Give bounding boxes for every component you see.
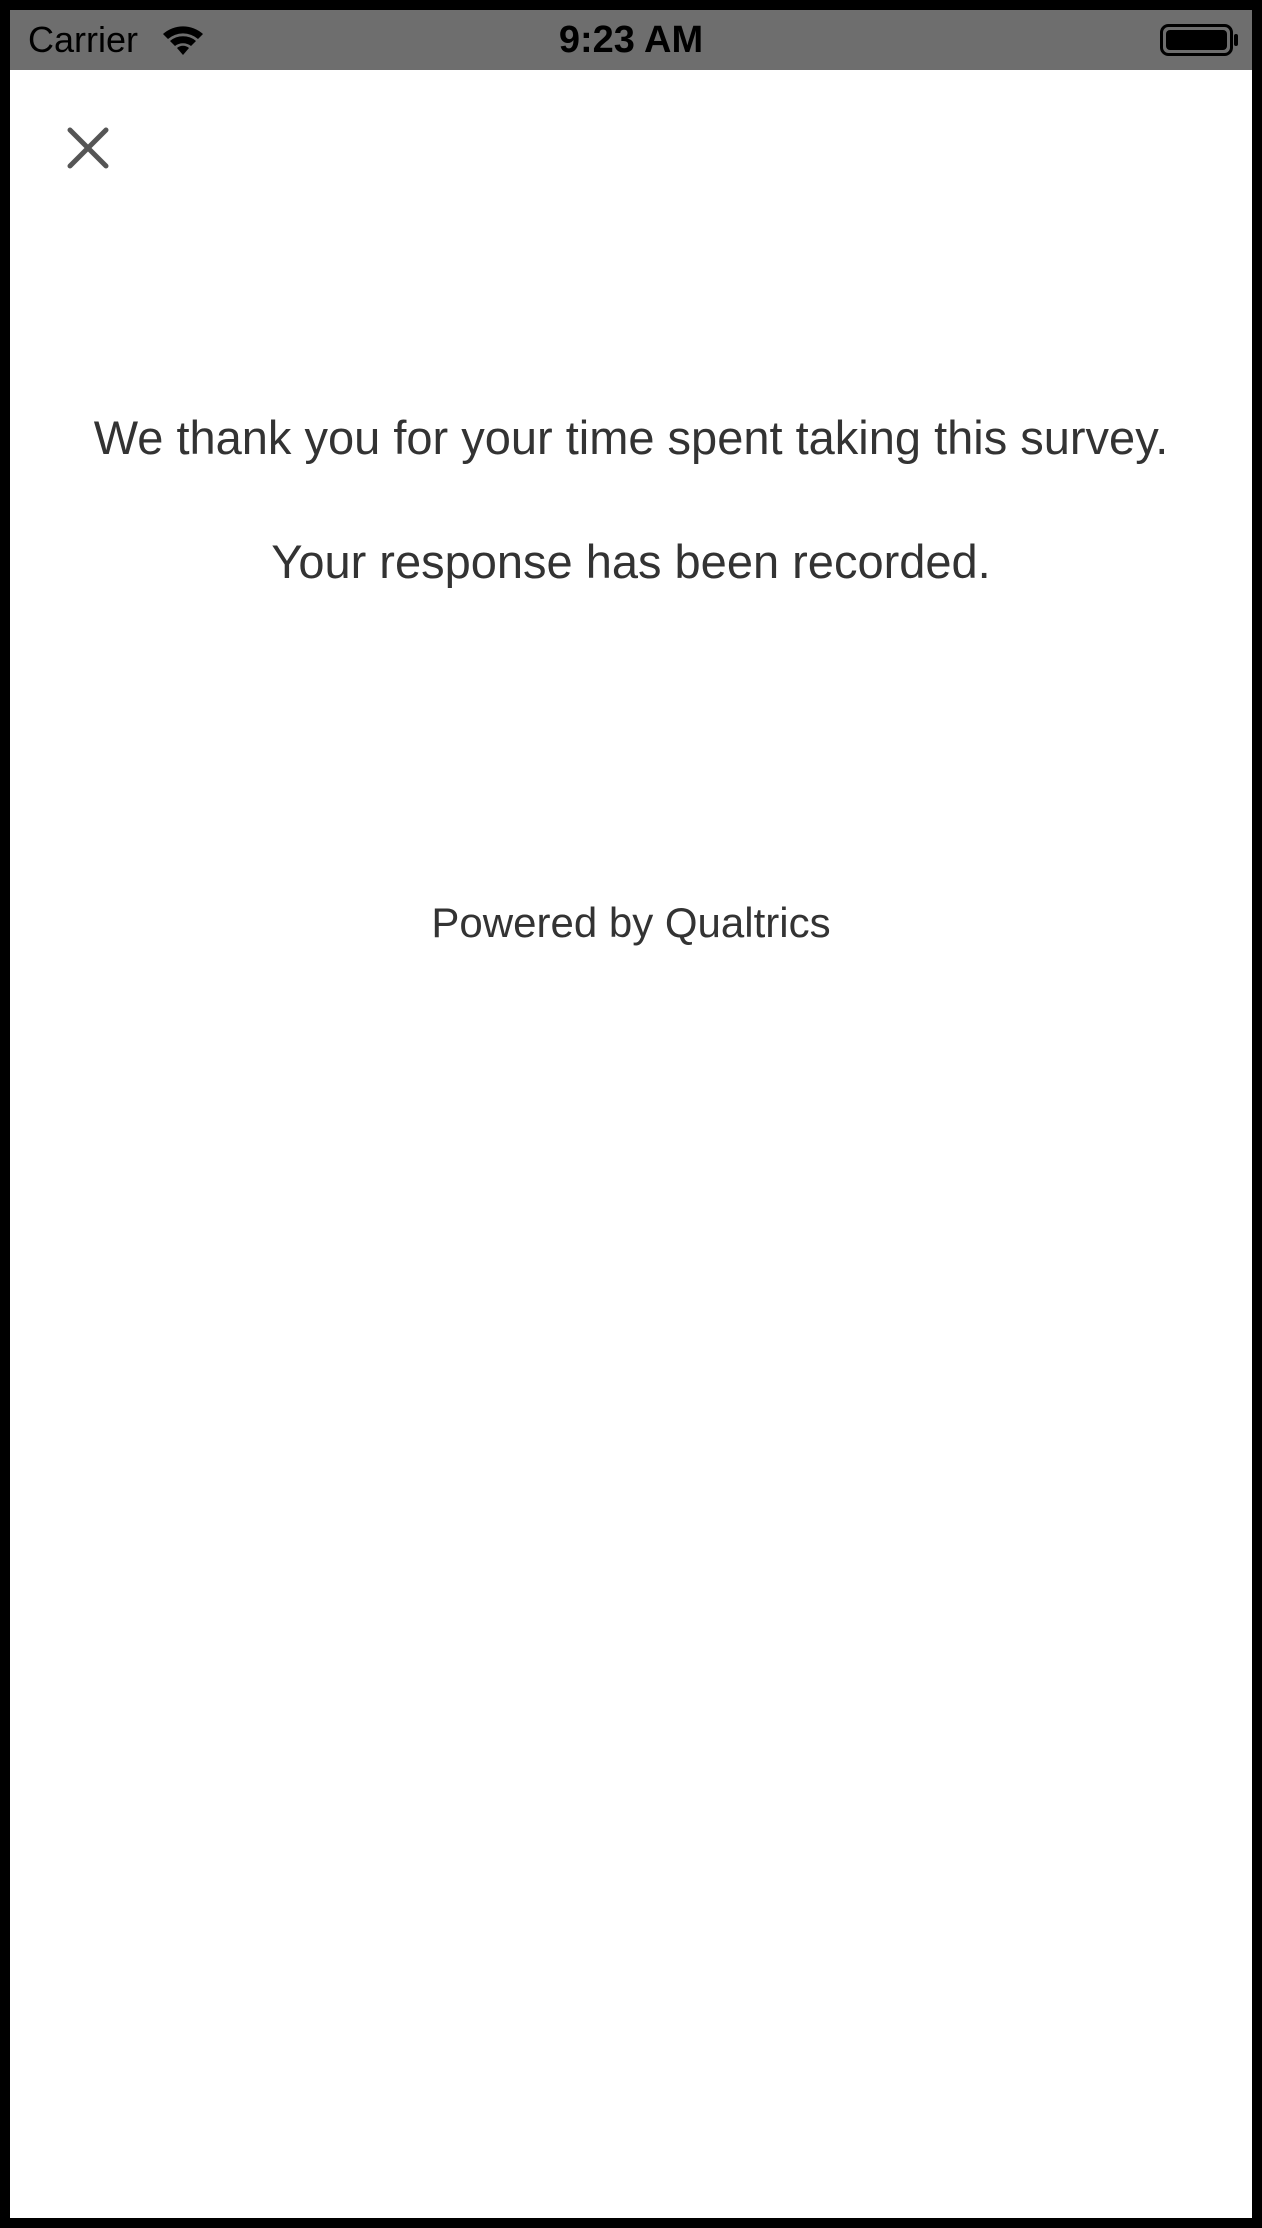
close-icon (67, 127, 109, 169)
response-recorded-message: Your response has been recorded. (271, 535, 991, 588)
status-time: 9:23 AM (558, 19, 704, 61)
thank-you-message: We thank you for your time spent taking … (93, 411, 1169, 464)
survey-screen: Carrier 9:23 AM We thank you for your ti… (10, 10, 1252, 2218)
close-button[interactable] (58, 118, 118, 178)
powered-by-label: Powered by Qualtrics (431, 899, 831, 946)
status-bar: Carrier 9:23 AM (10, 10, 1252, 70)
battery-full-icon (1160, 23, 1240, 57)
